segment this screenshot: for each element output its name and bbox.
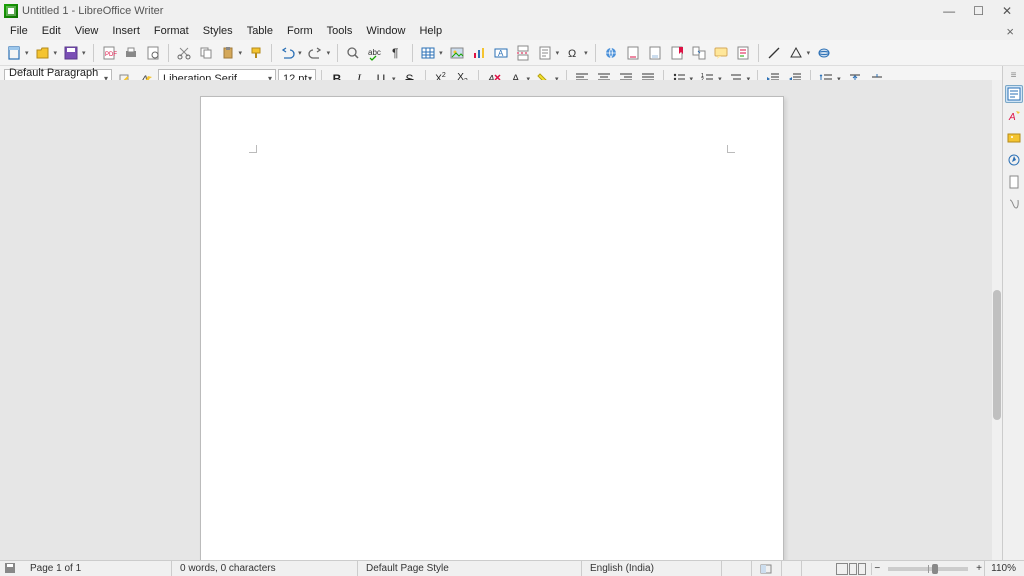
- export-pdf-button[interactable]: PDF: [99, 43, 119, 63]
- paste-button[interactable]: [218, 43, 238, 63]
- undo-dropdown[interactable]: ▾: [298, 49, 302, 57]
- undo-button[interactable]: [277, 43, 297, 63]
- clone-format-button[interactable]: [246, 43, 266, 63]
- app-icon: [4, 4, 18, 18]
- status-selection-mode[interactable]: [752, 561, 782, 576]
- page[interactable]: [200, 96, 784, 560]
- insert-chart-button[interactable]: [469, 43, 489, 63]
- sidebar: ≡ A: [1002, 66, 1024, 560]
- multi-page-view-icon[interactable]: [849, 563, 857, 575]
- menu-window[interactable]: Window: [360, 24, 411, 38]
- insert-table-button[interactable]: [418, 43, 438, 63]
- insert-field-button[interactable]: [535, 43, 555, 63]
- menu-edit[interactable]: Edit: [36, 24, 67, 38]
- save-button[interactable]: [61, 43, 81, 63]
- open-button[interactable]: [33, 43, 53, 63]
- menu-insert[interactable]: Insert: [106, 24, 146, 38]
- insert-table-dropdown[interactable]: ▾: [439, 49, 443, 57]
- menu-format[interactable]: Format: [148, 24, 195, 38]
- print-button[interactable]: [121, 43, 141, 63]
- svg-text:A: A: [1008, 112, 1016, 123]
- status-insert-mode[interactable]: [722, 561, 752, 576]
- redo-button[interactable]: [306, 43, 326, 63]
- view-layout-icons[interactable]: [832, 563, 872, 575]
- vertical-scrollbar[interactable]: [992, 80, 1002, 560]
- zoom-slider[interactable]: [888, 567, 968, 571]
- insert-special-char-button[interactable]: Ω: [563, 43, 583, 63]
- status-page[interactable]: Page 1 of 1: [22, 561, 172, 576]
- cut-button[interactable]: [174, 43, 194, 63]
- shapes-dropdown[interactable]: ▾: [807, 49, 811, 57]
- spellcheck-button[interactable]: abc: [365, 43, 385, 63]
- insert-cross-ref-button[interactable]: [689, 43, 709, 63]
- zoom-in-button[interactable]: +: [974, 563, 984, 574]
- print-preview-button[interactable]: [143, 43, 163, 63]
- menu-bar: File Edit View Insert Format Styles Tabl…: [0, 22, 1024, 40]
- hyperlink-button[interactable]: [601, 43, 621, 63]
- sidebar-style-inspector-button[interactable]: [1005, 195, 1023, 213]
- paste-dropdown[interactable]: ▾: [239, 49, 243, 57]
- book-view-icon[interactable]: [858, 563, 866, 575]
- single-page-view-icon[interactable]: [836, 563, 848, 575]
- basic-shapes-button[interactable]: [786, 43, 806, 63]
- zoom-slider-handle[interactable]: [932, 564, 938, 574]
- copy-button[interactable]: [196, 43, 216, 63]
- insert-comment-button[interactable]: [711, 43, 731, 63]
- sidebar-gallery-button[interactable]: [1005, 129, 1023, 147]
- svg-text:PDF: PDF: [105, 52, 117, 58]
- find-replace-button[interactable]: [343, 43, 363, 63]
- menu-form[interactable]: Form: [281, 24, 319, 38]
- maximize-button[interactable]: ☐: [973, 4, 984, 18]
- minimize-button[interactable]: —: [943, 4, 955, 18]
- insert-field-dropdown[interactable]: ▾: [556, 49, 560, 57]
- scrollbar-thumb[interactable]: [993, 290, 1001, 420]
- sidebar-menu-icon[interactable]: ≡: [1011, 70, 1017, 81]
- close-document-button[interactable]: ×: [1000, 24, 1020, 39]
- insert-pagebreak-button[interactable]: [513, 43, 533, 63]
- zoom-percent[interactable]: 110%: [984, 561, 1024, 576]
- new-doc-dropdown[interactable]: ▾: [25, 49, 29, 57]
- insert-footnote-button[interactable]: [623, 43, 643, 63]
- standard-toolbar: ▾ ▾ ▾ PDF ▾ ▾ ▾ abc ¶ ▾ A ▾ Ω ▾ ▾: [0, 40, 1024, 66]
- svg-text:¶: ¶: [392, 46, 398, 60]
- insert-endnote-button[interactable]: [645, 43, 665, 63]
- insert-image-button[interactable]: [447, 43, 467, 63]
- save-status-icon[interactable]: [4, 562, 18, 576]
- status-word-count[interactable]: 0 words, 0 characters: [172, 561, 358, 576]
- menu-styles[interactable]: Styles: [197, 24, 239, 38]
- draw-functions-button[interactable]: [814, 43, 834, 63]
- sidebar-styles-button[interactable]: A: [1005, 107, 1023, 125]
- save-dropdown[interactable]: ▾: [82, 49, 86, 57]
- svg-text:A: A: [498, 49, 504, 58]
- sidebar-properties-button[interactable]: [1005, 85, 1023, 103]
- menu-view[interactable]: View: [69, 24, 105, 38]
- track-changes-button[interactable]: [733, 43, 753, 63]
- margin-corner-tr: [727, 145, 735, 153]
- menu-file[interactable]: File: [4, 24, 34, 38]
- insert-textbox-button[interactable]: A: [491, 43, 511, 63]
- document-viewport[interactable]: [0, 80, 1002, 560]
- status-page-style[interactable]: Default Page Style: [358, 561, 582, 576]
- menu-table[interactable]: Table: [241, 24, 279, 38]
- svg-text:abc: abc: [368, 48, 381, 57]
- status-signature[interactable]: [782, 561, 802, 576]
- zoom-out-button[interactable]: −: [872, 563, 882, 574]
- svg-text:Ω: Ω: [568, 48, 576, 60]
- redo-dropdown[interactable]: ▾: [327, 49, 331, 57]
- new-doc-button[interactable]: [4, 43, 24, 63]
- close-button[interactable]: ✕: [1002, 4, 1012, 18]
- insert-line-button[interactable]: [764, 43, 784, 63]
- margin-corner-tl: [249, 145, 257, 153]
- open-dropdown[interactable]: ▾: [54, 49, 58, 57]
- status-bar: Page 1 of 1 0 words, 0 characters Defaul…: [0, 560, 1024, 576]
- menu-help[interactable]: Help: [413, 24, 448, 38]
- insert-bookmark-button[interactable]: [667, 43, 687, 63]
- menu-tools[interactable]: Tools: [321, 24, 359, 38]
- sidebar-page-button[interactable]: [1005, 173, 1023, 191]
- insert-special-dropdown[interactable]: ▾: [584, 49, 588, 57]
- sidebar-navigator-button[interactable]: [1005, 151, 1023, 169]
- status-language[interactable]: English (India): [582, 561, 722, 576]
- formatting-marks-button[interactable]: ¶: [387, 43, 407, 63]
- window-title: Untitled 1 - LibreOffice Writer: [22, 5, 163, 17]
